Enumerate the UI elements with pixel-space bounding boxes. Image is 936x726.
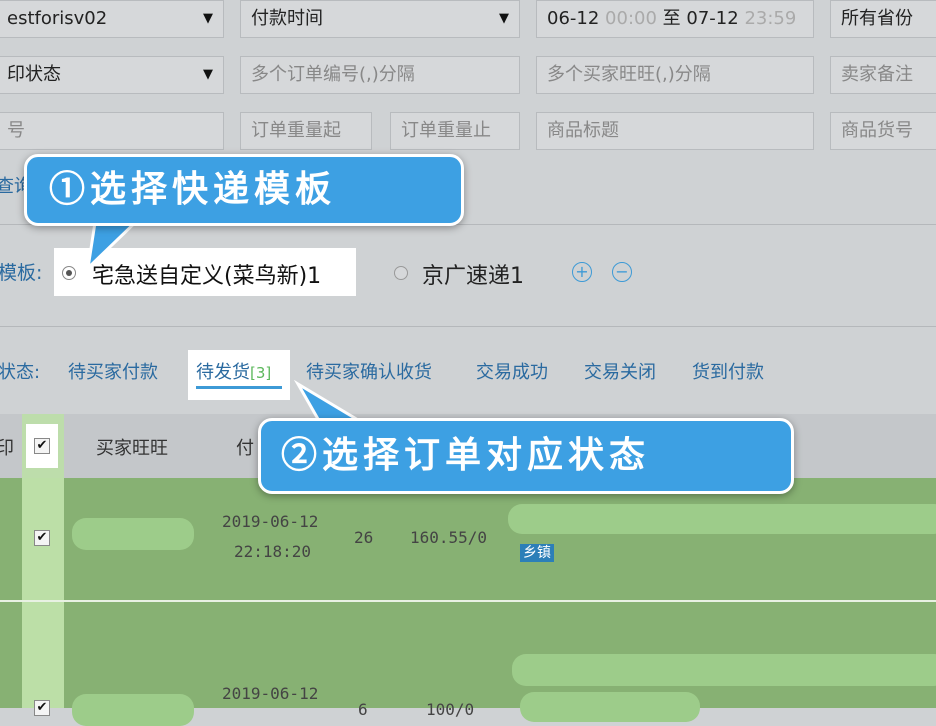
product-sku-input[interactable]: 商品货号 [830, 112, 936, 150]
order-quantity: 6 [358, 700, 368, 719]
weight-to-placeholder: 订单重量止 [401, 120, 491, 141]
tab-count-badge: [3] [250, 364, 272, 382]
date-start: 06-12 [547, 8, 600, 29]
template-label: 模板: [0, 262, 43, 284]
time-start: 00:00 [605, 8, 657, 29]
dropdown-arrow-icon: ▼ [499, 11, 509, 26]
weight-to-input[interactable]: 订单重量止 [390, 112, 520, 150]
callout-step-2: ②选择订单对应状态 [258, 418, 794, 494]
callout-step-2-text: ②选择订单对应状态 [281, 434, 651, 476]
time-type-value: 付款时间 [251, 8, 323, 29]
product-title-input[interactable]: 商品标题 [536, 112, 814, 150]
province-value: 所有省份 [841, 8, 913, 29]
order-date: 2019-06-12 [222, 512, 319, 531]
buyer-name-redacted [72, 694, 194, 726]
product-title-placeholder: 商品标题 [547, 120, 619, 141]
product-info-redacted [508, 504, 936, 534]
row-checkbox-column [22, 602, 64, 708]
order-amount: 160.55/0 [410, 528, 488, 547]
radio-dot [66, 270, 72, 276]
date-separator: 至 [662, 8, 681, 29]
rural-tag: 乡镇 [520, 544, 554, 562]
product-info-redacted [520, 692, 700, 722]
time-type-select[interactable]: 付款时间 ▼ [240, 0, 520, 38]
order-quantity: 26 [354, 528, 374, 547]
order-amount: 100/0 [426, 700, 475, 719]
product-info-redacted [512, 654, 936, 686]
tracking-number-placeholder: 号 [7, 120, 25, 141]
product-sku-placeholder: 商品货号 [841, 120, 913, 141]
row-checkbox[interactable]: ✔ [34, 530, 50, 546]
tab-cash-on-delivery[interactable]: 货到付款 [692, 358, 764, 384]
header-pay-col: 付 [236, 438, 254, 459]
tab-active-underline [196, 386, 282, 389]
date-range-input[interactable]: 06-12 00:00 至 07-12 23:59 [536, 0, 814, 38]
tracking-number-input[interactable]: 号 [0, 112, 224, 150]
radio-unselected-icon[interactable] [394, 266, 408, 280]
header-print-col: 印 [0, 438, 14, 459]
tab-awaiting-shipment-label: 待发货 [196, 362, 250, 383]
row-checkbox[interactable]: ✔ [34, 700, 50, 716]
template-option-label[interactable]: 京广速递1 [422, 258, 524, 290]
dropdown-arrow-icon: ▼ [203, 67, 213, 82]
header-buyer-col: 买家旺旺 [96, 438, 168, 459]
order-time: 22:18:20 [234, 542, 312, 561]
print-status-value: 印状态 [7, 64, 61, 85]
select-all-checkbox[interactable]: ✔ [34, 438, 50, 454]
account-value: estforisv02 [7, 8, 108, 29]
tab-completed[interactable]: 交易成功 [476, 358, 548, 384]
order-numbers-placeholder: 多个订单编号(,)分隔 [251, 64, 415, 85]
section-divider [0, 326, 936, 327]
buyer-name-redacted [72, 518, 194, 550]
callout-step-1: ①选择快递模板 [24, 154, 464, 226]
weight-from-input[interactable]: 订单重量起 [240, 112, 372, 150]
remove-template-icon[interactable]: − [612, 262, 632, 282]
print-status-select[interactable]: 印状态 ▼ [0, 56, 224, 94]
callout-step-1-text: ①选择快递模板 [49, 168, 337, 210]
buyer-ids-input[interactable]: 多个买家旺旺(,)分隔 [536, 56, 814, 94]
tab-closed[interactable]: 交易关闭 [584, 358, 656, 384]
tab-awaiting-payment[interactable]: 待买家付款 [68, 358, 158, 384]
add-template-icon[interactable]: + [572, 262, 592, 282]
seller-note-input[interactable]: 卖家备注 [830, 56, 936, 94]
time-end: 23:59 [744, 8, 797, 29]
status-label: 状态: [0, 362, 41, 383]
date-end: 07-12 [686, 8, 739, 29]
dropdown-arrow-icon: ▼ [203, 11, 213, 26]
weight-from-placeholder: 订单重量起 [251, 120, 341, 141]
buyer-ids-placeholder: 多个买家旺旺(,)分隔 [547, 64, 711, 85]
order-numbers-input[interactable]: 多个订单编号(,)分隔 [240, 56, 520, 94]
order-date: 2019-06-12 [222, 684, 319, 703]
tab-awaiting-shipment[interactable]: 待发货[3] [196, 358, 271, 384]
account-select[interactable]: estforisv02 ▼ [0, 0, 224, 38]
seller-note-placeholder: 卖家备注 [841, 64, 913, 85]
radio-selected-icon[interactable] [62, 266, 76, 280]
province-select[interactable]: 所有省份 [830, 0, 936, 38]
